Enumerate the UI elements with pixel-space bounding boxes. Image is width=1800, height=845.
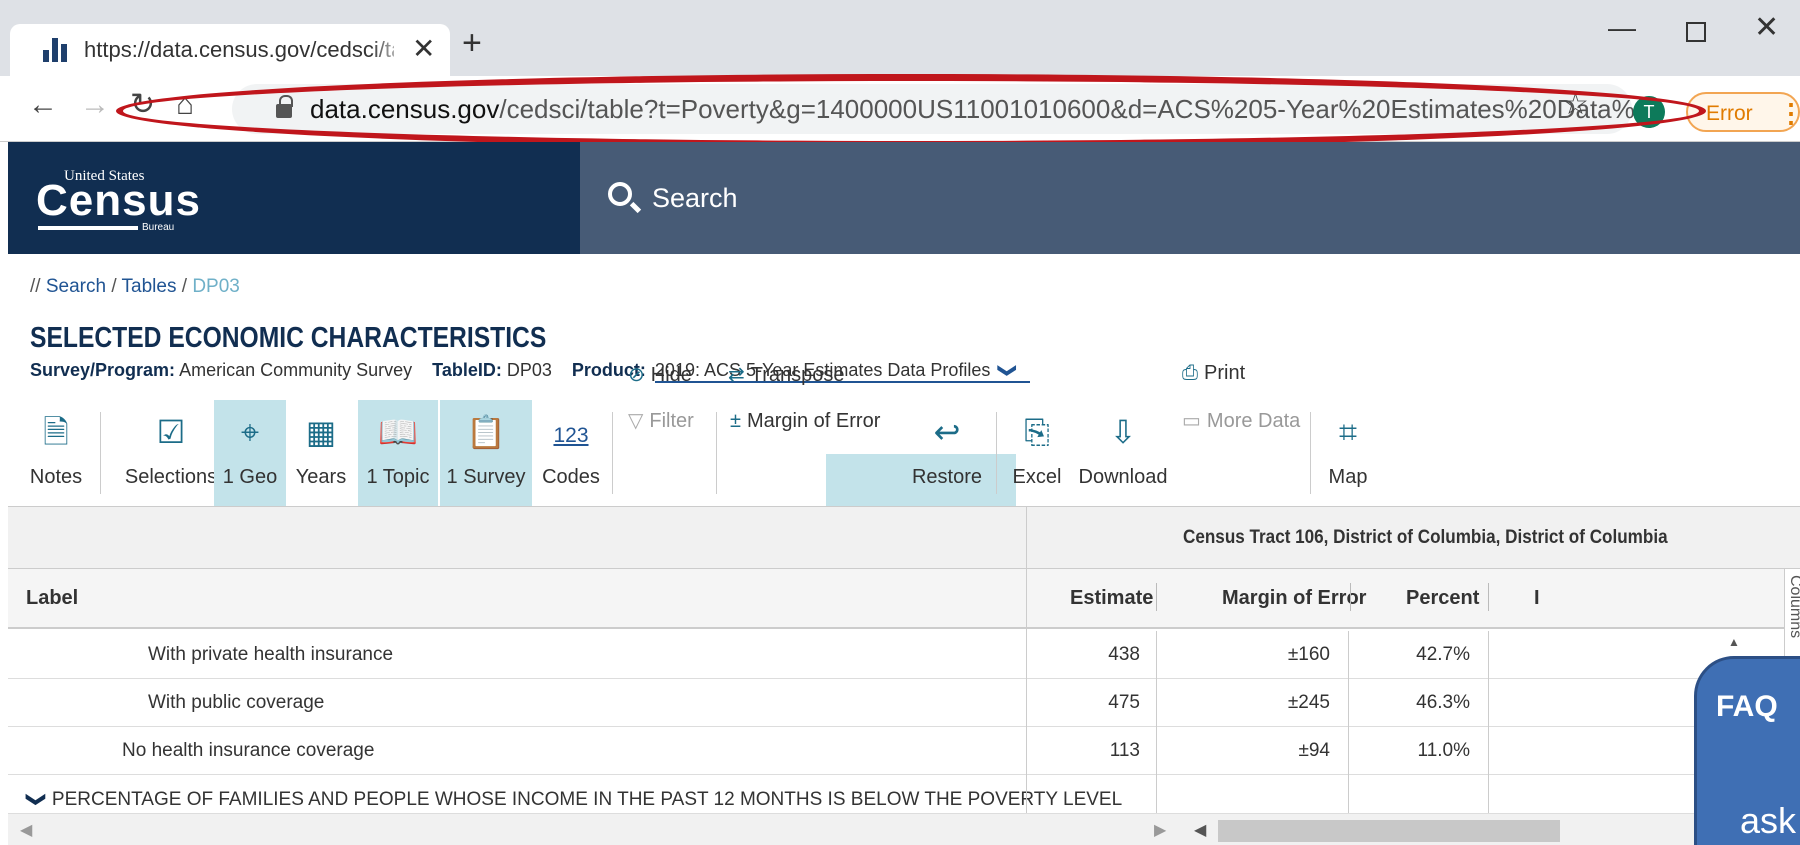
notes-button[interactable]: 🗎 Notes (18, 400, 94, 506)
excel-button[interactable]: ⎘ Excel (1006, 400, 1068, 506)
census-logo[interactable]: United States Census Bureau (8, 142, 580, 254)
tab-title: https://data.census.gov/cedsci/ta (84, 37, 394, 62)
codes-123-icon: 123 (553, 424, 589, 447)
page-title: SELECTED ECONOMIC CHARACTERISTICS (30, 322, 547, 354)
clipboard-icon: 📋 (466, 414, 506, 450)
window-minimize-button[interactable]: — (1608, 12, 1636, 44)
hide-button[interactable]: ⊘ Hide (628, 362, 692, 387)
lock-icon[interactable] (276, 95, 293, 118)
excel-icon: ⎘ (1024, 414, 1050, 450)
years-button[interactable]: ▦ Years (290, 400, 352, 506)
error-label: Error (1706, 102, 1753, 125)
more-data-button[interactable]: ▭ More Data (1182, 408, 1300, 433)
search-icon[interactable] (608, 182, 632, 206)
browser-tab[interactable]: https://data.census.gov/cedsci/ta ✕ (10, 24, 450, 76)
table-row: No health insurance coverage 113 ±94 11.… (8, 727, 1800, 775)
data-table: Census Tract 106, District of Columbia, … (8, 506, 1800, 845)
restore-button[interactable]: ↩ Restore (906, 400, 988, 506)
book-icon: 📖 (378, 414, 418, 450)
calendar-icon: ▦ (305, 414, 337, 450)
tab-close-icon[interactable]: ✕ (412, 32, 435, 65)
transpose-icon: ⇄ (728, 364, 745, 386)
faq-partial-text: ask (1740, 800, 1797, 841)
scrollbar-thumb[interactable] (1218, 820, 1560, 842)
browser-toolbar: ← → ↻ ⌂ data.census.gov/cedsci/table?t=P… (0, 76, 1800, 142)
column-percent[interactable]: Percent (1406, 587, 1479, 610)
census-header: United States Census Bureau Search (8, 142, 1800, 254)
scroll-left-arrow-icon[interactable]: ◀ (1194, 820, 1206, 840)
horizontal-scrollbar[interactable]: ◀ ▶ ◀ (8, 813, 1800, 845)
filter-button[interactable]: ▽ Filter (628, 408, 694, 433)
scroll-right-arrow-icon[interactable]: ▶ (1154, 820, 1166, 840)
column-estimate[interactable]: Estimate (1070, 587, 1153, 610)
survey-button[interactable]: 📋 1 Survey (440, 400, 532, 506)
filter-icon: ▽ (628, 410, 644, 432)
back-icon[interactable]: ← (28, 90, 58, 120)
column-cut-off: I (1534, 587, 1540, 609)
table-meta: Survey/Program: American Community Surve… (30, 360, 1030, 383)
chevron-down-icon: ❯ (25, 791, 47, 808)
breadcrumb-search[interactable]: Search (46, 276, 106, 297)
table-column-headers: Label Estimate Margin of Error Percent I (8, 569, 1800, 629)
url-text[interactable]: data.census.gov/cedsci/table?t=Poverty&g… (310, 94, 1656, 125)
breadcrumb-dp03: DP03 (192, 276, 240, 297)
error-chip[interactable]: Error ⋮ (1686, 92, 1800, 132)
printer-icon: ⎙ (1182, 362, 1198, 384)
geo-button[interactable]: ⌖ 1 Geo (214, 400, 286, 506)
browser-menu-icon[interactable]: ⋮ (1778, 98, 1800, 129)
url-path: /cedsci/table?t=Poverty&g=1400000US11001… (499, 94, 1657, 124)
notes-icon: 🗎 (43, 414, 69, 450)
section-label: ❯ PERCENTAGE OF FAMILIES AND PEOPLE WHOSE… (25, 789, 1123, 810)
survey-value: American Community Survey (179, 360, 413, 380)
bookmark-star-icon[interactable]: ☆ (1562, 90, 1589, 120)
new-tab-button[interactable]: + (462, 26, 482, 60)
column-margin-of-error[interactable]: Margin of Error (1222, 587, 1366, 610)
profile-avatar[interactable]: T (1633, 96, 1665, 128)
restore-arrow-icon: ↩ (933, 414, 961, 450)
download-button[interactable]: ⇩ Download (1078, 400, 1168, 506)
tableid-value: DP03 (506, 360, 552, 380)
logo-bureau: Bureau (142, 222, 175, 233)
census-favicon-icon (43, 38, 69, 62)
browser-tabstrip: https://data.census.gov/cedsci/ta ✕ + — … (0, 0, 1800, 76)
plus-minus-icon: ± (730, 410, 741, 432)
topic-button[interactable]: 📖 1 Topic (358, 400, 438, 506)
forward-icon[interactable]: → (80, 90, 110, 120)
margin-of-error-label: ± Margin of Error (730, 410, 881, 432)
ftp-icon: ▭ (1182, 410, 1201, 432)
reload-icon[interactable]: ↻ (130, 90, 155, 120)
print-button[interactable]: ⎙ Print (1182, 362, 1245, 385)
logo-census: Census (36, 176, 201, 225)
transpose-button[interactable]: ⇄ Transpose (728, 362, 845, 387)
columns-tab-label: Columns (1787, 575, 1800, 639)
column-label[interactable]: Label (26, 587, 78, 610)
codes-button[interactable]: 123 Codes (538, 400, 604, 506)
breadcrumb: // Search / Tables / DP03 (30, 276, 240, 297)
search-button[interactable]: Search (652, 183, 738, 214)
geography-header: Census Tract 106, District of Columbia, … (1183, 527, 1668, 548)
location-pin-icon: ⌖ (240, 414, 260, 450)
window-maximize-button[interactable] (1686, 22, 1706, 42)
breadcrumb-tables[interactable]: Tables (122, 276, 177, 297)
table-row: With private health insurance 438 ±160 4… (8, 631, 1800, 679)
table-row: With public coverage 475 ±245 46.3% (8, 679, 1800, 727)
table-group-header: Census Tract 106, District of Columbia, … (8, 507, 1800, 569)
download-icon: ⇩ (1109, 414, 1137, 450)
faq-heading: FAQ (1716, 690, 1778, 723)
url-host: data.census.gov (310, 94, 500, 124)
home-icon[interactable]: ⌂ (176, 90, 194, 120)
scroll-up-arrow-icon[interactable]: ▲ (1728, 635, 1740, 649)
scroll-left-arrow-icon[interactable]: ◀ (20, 820, 32, 840)
map-button[interactable]: ⌗ Map (1320, 400, 1376, 506)
map-icon: ⌗ (1338, 414, 1358, 450)
chevron-down-icon: ❯ (998, 362, 1019, 379)
eye-slash-icon: ⊘ (628, 364, 645, 386)
window-close-button[interactable]: ✕ (1754, 10, 1779, 45)
